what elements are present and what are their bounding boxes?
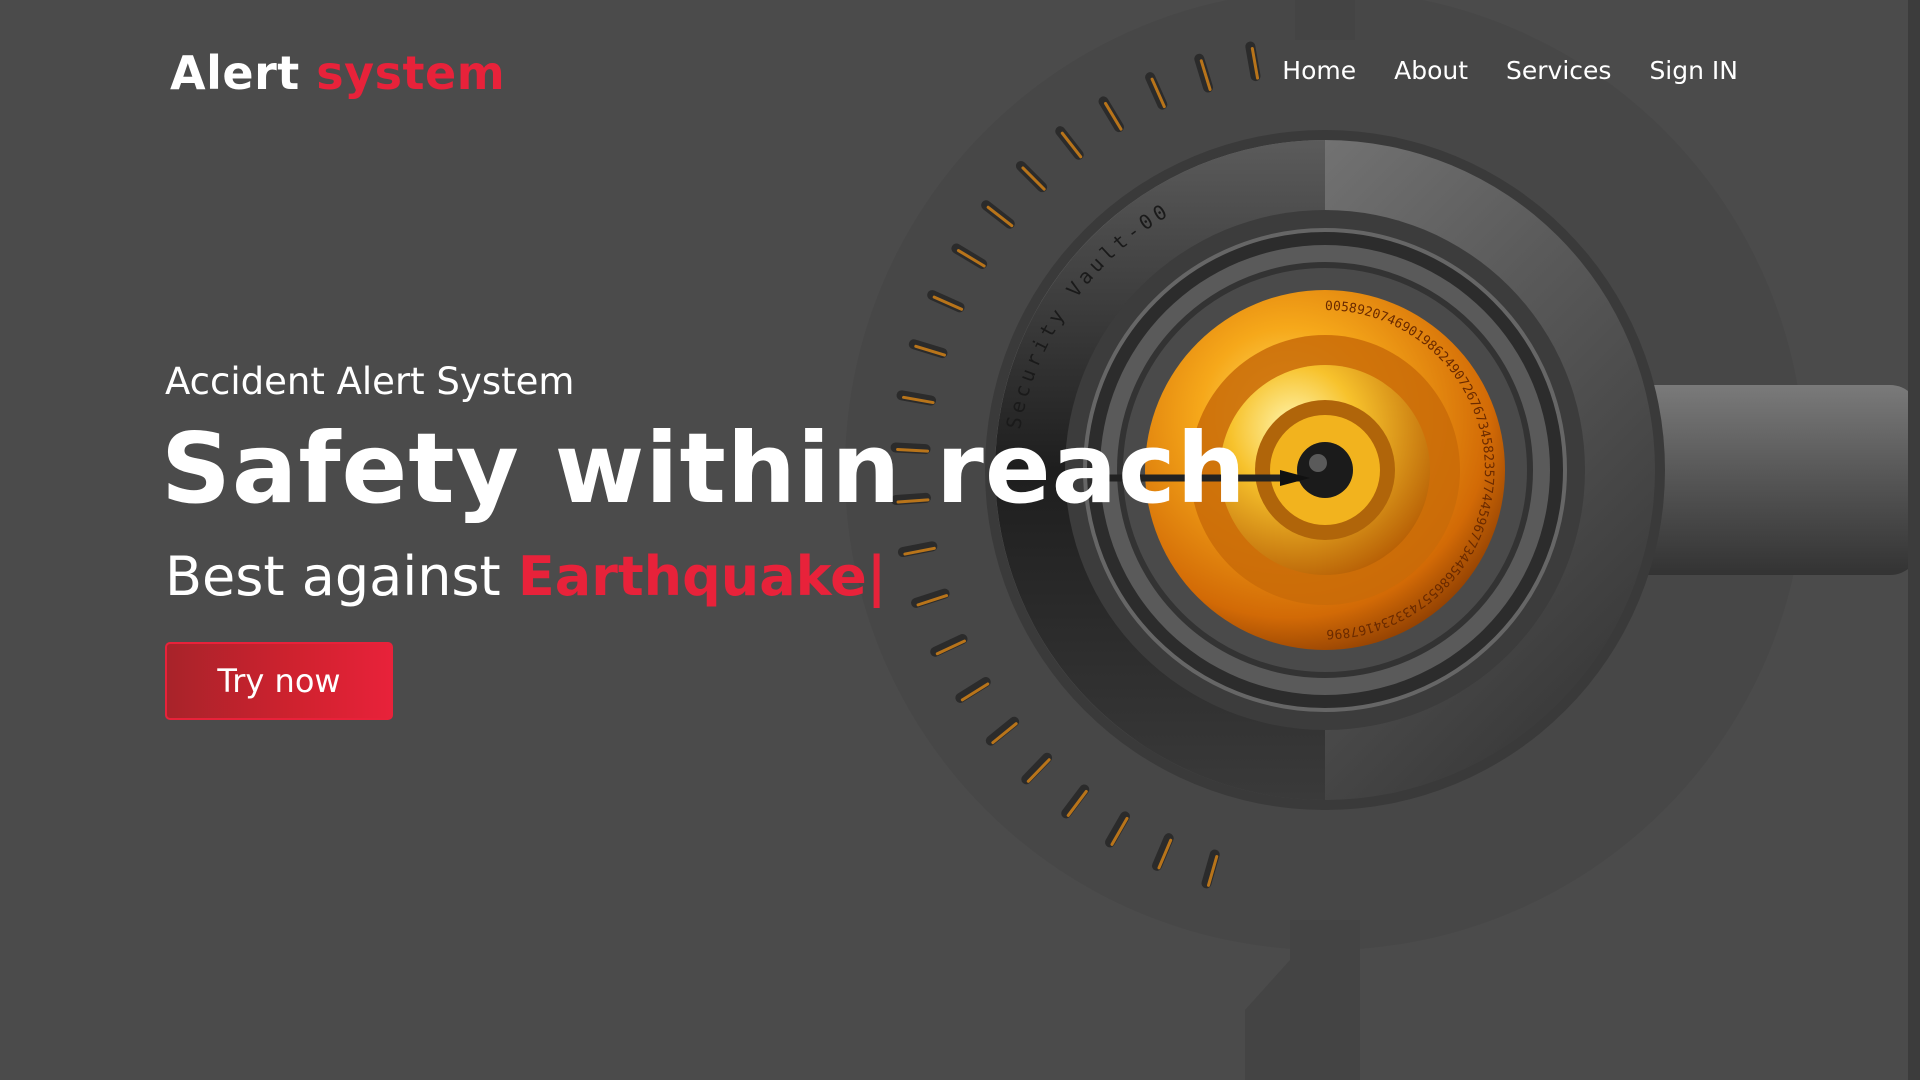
brand-name-primary: Alert — [170, 46, 300, 100]
nav-services[interactable]: Services — [1506, 56, 1611, 85]
hero-typed-word: Earthquake — [517, 545, 867, 608]
hero-subtitle: Best against Earthquake| — [165, 545, 886, 608]
hero-title: Safety within reach — [161, 412, 1247, 525]
hero-kicker: Accident Alert System — [165, 360, 575, 403]
vault-dial-illustration: Security Vault-003 005892074690198624907… — [0, 0, 1920, 1080]
scrollbar[interactable] — [1908, 0, 1920, 1080]
nav-about[interactable]: About — [1394, 56, 1468, 85]
nav-sign-in[interactable]: Sign IN — [1649, 56, 1738, 85]
typing-cursor: | — [866, 545, 887, 608]
landing-page: Security Vault-003 005892074690198624907… — [0, 0, 1920, 1080]
hero-subtitle-prefix: Best against — [165, 545, 501, 608]
main-nav: Home About Services Sign IN — [1282, 56, 1738, 85]
brand-name-accent: system — [316, 46, 506, 100]
nav-home[interactable]: Home — [1282, 56, 1356, 85]
try-now-button[interactable]: Try now — [165, 642, 393, 720]
brand-logo[interactable]: Alert system — [170, 46, 505, 100]
